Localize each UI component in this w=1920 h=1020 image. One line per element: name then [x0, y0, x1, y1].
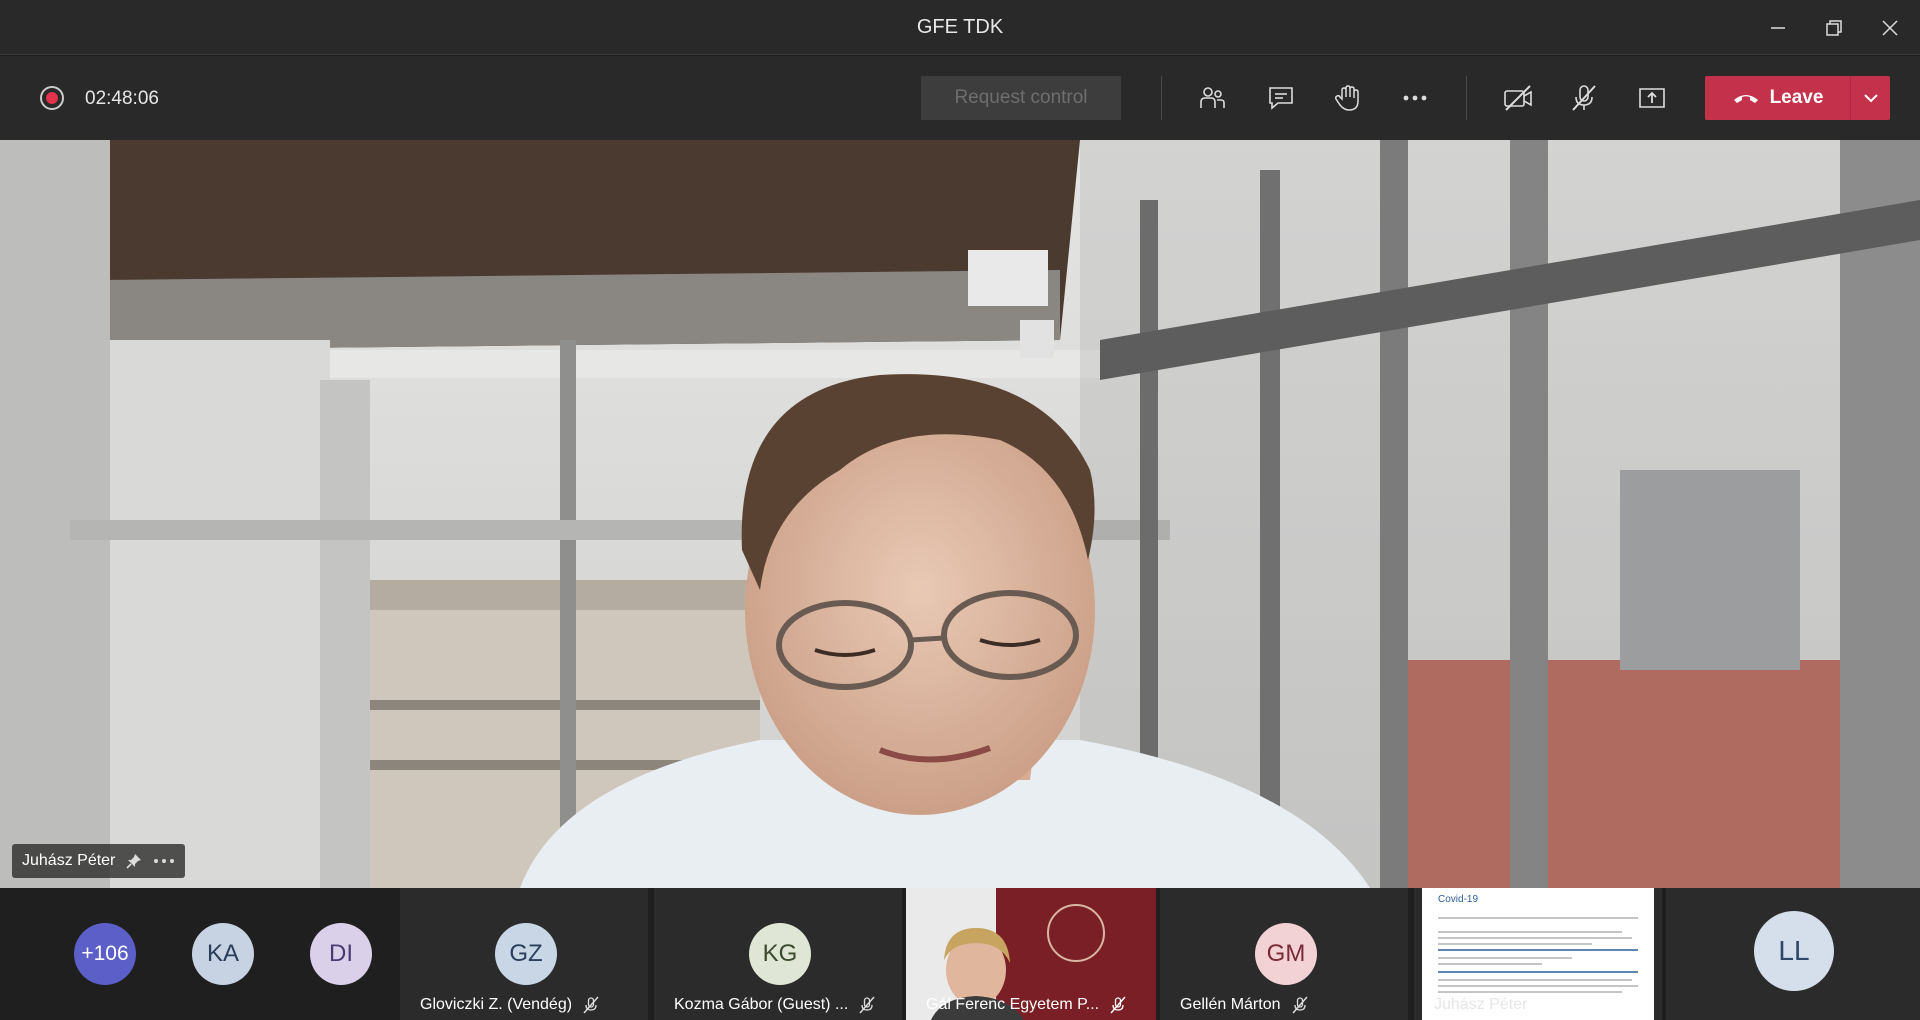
participant-name: Kozma Gábor (Guest) ...: [674, 996, 849, 1013]
video-feed: [0, 140, 1920, 888]
participant-video-tile[interactable]: Covid-19 Juhász Péter: [1414, 888, 1662, 1020]
chat-icon: [1269, 87, 1293, 110]
toolbar-divider: [1161, 76, 1162, 120]
mic-toggle-button[interactable]: [1564, 78, 1604, 118]
participant-name-row: Gloviczki Z. (Vendég): [420, 996, 600, 1014]
toolbar-divider: [1466, 76, 1467, 120]
participant-tile[interactable]: KG Kozma Gábor (Guest) ...: [654, 888, 902, 1020]
participant-avatar: LL: [1754, 911, 1834, 991]
mic-off-icon: [583, 996, 599, 1014]
participant-name-row: Kozma Gábor (Guest) ...: [674, 996, 876, 1014]
mic-off-icon: [859, 996, 875, 1014]
mic-off-icon: [1572, 85, 1596, 111]
leave-button[interactable]: Leave: [1705, 76, 1890, 120]
participant-tile[interactable]: LL: [1666, 888, 1920, 1020]
participant-name: Juhász Péter: [1434, 996, 1528, 1013]
camera-toggle-button[interactable]: [1498, 78, 1538, 118]
participant-avatar: KG: [749, 923, 811, 985]
participant-name: Gellén Márton: [1180, 996, 1281, 1013]
participant-tile[interactable]: GM Gellén Márton: [1160, 888, 1408, 1020]
restore-button[interactable]: [1814, 10, 1854, 46]
participant-avatar: GM: [1255, 923, 1317, 985]
participant-name-row: Gellén Márton: [1180, 996, 1309, 1014]
share-screen-icon: [1639, 88, 1665, 108]
participant-name-row: Gál Ferenc Egyetem P...: [926, 996, 1127, 1014]
participant-avatar[interactable]: DI: [310, 923, 372, 985]
participants-button[interactable]: [1192, 78, 1232, 118]
share-screen-button[interactable]: [1632, 78, 1672, 118]
raise-hand-icon: [1334, 85, 1359, 111]
minimize-button[interactable]: [1758, 10, 1798, 46]
mic-off-icon: [1291, 996, 1308, 1014]
pin-icon: [126, 854, 142, 869]
recording-icon: [40, 86, 64, 110]
leave-options-button[interactable]: [1851, 76, 1890, 120]
participant-avatar: GZ: [495, 923, 557, 985]
participant-name: Gloviczki Z. (Vendég): [420, 996, 573, 1013]
participant-name-row: Juhász Péter: [1434, 996, 1527, 1014]
participant-avatar[interactable]: KA: [192, 923, 254, 985]
window-title: GFE TDK: [916, 16, 1004, 38]
raise-hand-button[interactable]: [1327, 78, 1367, 118]
phone-hangup-icon: [1733, 95, 1758, 103]
more-icon: [1403, 95, 1427, 101]
speaker-name: Juhász Péter: [22, 852, 116, 869]
request-control-button[interactable]: Request control: [921, 76, 1121, 120]
meeting-toolbar: 02:48:06 Request control Leave: [0, 56, 1920, 140]
close-icon: [1882, 20, 1898, 36]
overflow-participants-avatar[interactable]: +106: [74, 923, 136, 985]
participant-video-tile[interactable]: Gál Ferenc Egyetem P...: [906, 888, 1156, 1020]
camera-off-icon: [1504, 85, 1532, 111]
main-video: Juhász Péter: [0, 140, 1920, 888]
minimize-icon: [1771, 27, 1785, 29]
speaker-name-tag[interactable]: Juhász Péter: [12, 844, 186, 878]
chevron-down-icon: [1863, 94, 1878, 103]
close-button[interactable]: [1870, 10, 1910, 46]
participant-name: Gál Ferenc Egyetem P...: [926, 996, 1100, 1013]
mic-off-icon: [1110, 996, 1126, 1014]
chat-button[interactable]: [1261, 78, 1301, 118]
more-options-icon[interactable]: [153, 857, 175, 865]
leave-main[interactable]: Leave: [1705, 76, 1850, 120]
more-actions-button[interactable]: [1395, 78, 1435, 118]
leave-label: Leave: [1769, 87, 1824, 108]
meeting-timer: 02:48:06: [85, 88, 159, 109]
participant-tile[interactable]: GZ Gloviczki Z. (Vendég): [400, 888, 648, 1020]
participant-strip: +106 KA DI GZ Gloviczki Z. (Vendég) KG K…: [0, 888, 1920, 1020]
restore-icon: [1826, 20, 1842, 36]
people-icon: [1200, 87, 1225, 108]
title-bar: GFE TDK: [0, 0, 1920, 55]
